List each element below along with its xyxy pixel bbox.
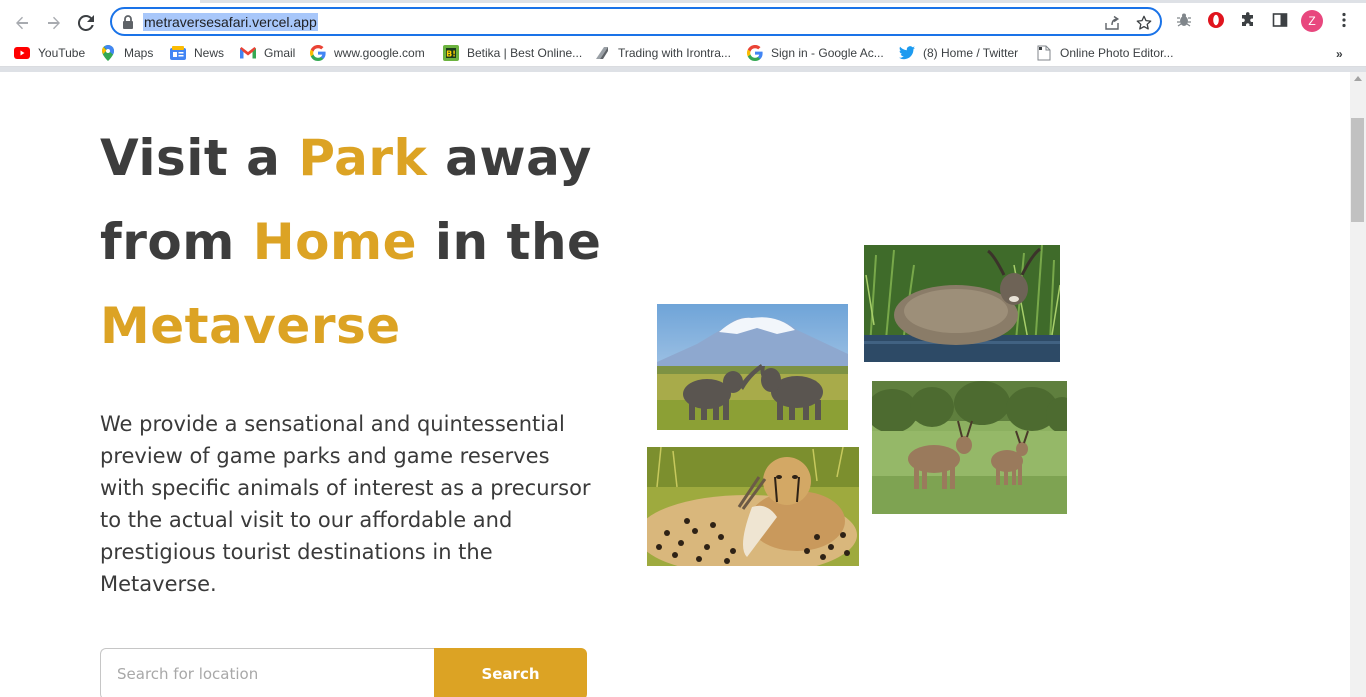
betika-icon: B! bbox=[443, 45, 459, 61]
bookmark-label: Betika | Best Online... bbox=[467, 46, 583, 60]
kebab-menu-icon bbox=[1342, 12, 1346, 28]
forward-button[interactable] bbox=[42, 11, 66, 35]
hero-title-highlight-metaverse: Metaverse bbox=[100, 297, 401, 355]
more-bookmarks-button[interactable]: » bbox=[1336, 47, 1343, 61]
share-icon bbox=[1105, 15, 1120, 30]
bookmark-google[interactable]: www.google.com bbox=[310, 44, 425, 62]
browser-toolbar: metraversesafari.vercel.app Z bbox=[0, 3, 1366, 39]
puzzle-icon bbox=[1242, 12, 1253, 26]
share-button[interactable] bbox=[1102, 13, 1122, 33]
bookmark-label: News bbox=[194, 46, 225, 60]
gmail-icon bbox=[240, 45, 256, 61]
bookmark-label: (8) Home / Twitter bbox=[923, 46, 1019, 60]
bookmark-star-button[interactable] bbox=[1134, 13, 1154, 33]
bookmark-label: www.google.com bbox=[334, 46, 425, 60]
profile-avatar[interactable]: Z bbox=[1301, 10, 1323, 32]
bookmark-betika[interactable]: B! Betika | Best Online... bbox=[443, 44, 582, 62]
bookmark-label: Sign in - Google Ac... bbox=[771, 46, 884, 60]
bookmark-label: Gmail bbox=[264, 46, 296, 60]
twitter-icon bbox=[899, 45, 915, 61]
extensions-button[interactable] bbox=[1237, 9, 1259, 31]
bookmark-label: Trading with Irontra... bbox=[618, 46, 731, 60]
maps-icon bbox=[100, 45, 116, 61]
scrollbar-thumb[interactable] bbox=[1351, 118, 1364, 222]
location-search-input[interactable] bbox=[100, 648, 434, 697]
hero-title-text: Visit a bbox=[100, 129, 299, 187]
hero-title-highlight-park: Park bbox=[298, 129, 428, 187]
antelope-in-water-photo bbox=[864, 245, 1060, 362]
bookmark-label: YouTube bbox=[38, 46, 86, 60]
elephants-photo bbox=[657, 304, 848, 430]
youtube-icon bbox=[14, 45, 30, 61]
hero-title-highlight-home: Home bbox=[252, 213, 417, 271]
back-button[interactable] bbox=[10, 11, 34, 35]
news-icon bbox=[170, 45, 186, 61]
arrow-left-icon bbox=[16, 16, 28, 30]
lock-icon[interactable] bbox=[122, 15, 134, 29]
star-icon bbox=[1136, 15, 1152, 30]
bookmark-twitter[interactable]: (8) Home / Twitter bbox=[899, 44, 1018, 62]
location-search-form: Search bbox=[100, 648, 587, 697]
bookmark-label: Online Photo Editor... bbox=[1060, 46, 1174, 60]
extension-bug-button[interactable] bbox=[1173, 9, 1195, 31]
browser-chrome: metraversesafari.vercel.app Z YouTube Ma… bbox=[0, 0, 1366, 72]
url-text[interactable]: metraversesafari.vercel.app bbox=[143, 13, 318, 31]
page-icon bbox=[1036, 45, 1052, 61]
google-icon bbox=[747, 45, 763, 61]
bookmark-label: Maps bbox=[124, 46, 154, 60]
bookmark-maps[interactable]: Maps bbox=[100, 44, 153, 62]
opera-icon bbox=[1208, 12, 1224, 28]
scroll-up-arrow[interactable] bbox=[1354, 76, 1362, 81]
hero-description: We provide a sensational and quintessent… bbox=[100, 412, 591, 596]
bookmark-irontrade[interactable]: Trading with Irontra... bbox=[594, 44, 731, 62]
bookmark-photo-editor[interactable]: Online Photo Editor... bbox=[1036, 44, 1173, 62]
cheetah-photo bbox=[647, 447, 859, 566]
google-icon bbox=[310, 45, 326, 61]
address-bar[interactable]: metraversesafari.vercel.app bbox=[110, 7, 1162, 36]
bug-icon bbox=[1177, 13, 1191, 27]
page-viewport: Visit a Park away from Home in the Metav… bbox=[0, 72, 1350, 697]
hero-title: Visit a Park away from Home in the Metav… bbox=[100, 116, 620, 368]
hero-title-text: in the bbox=[417, 213, 602, 271]
svg-text:B!: B! bbox=[446, 50, 456, 59]
browser-menu-button[interactable] bbox=[1333, 9, 1355, 31]
side-panel-icon bbox=[1272, 13, 1288, 27]
bookmark-google-signin[interactable]: Sign in - Google Ac... bbox=[747, 44, 884, 62]
extension-opera-button[interactable] bbox=[1205, 9, 1227, 31]
bookmark-news[interactable]: News bbox=[170, 44, 224, 62]
eland-photo bbox=[872, 381, 1067, 514]
bookmarks-bar: YouTube Maps News Gmail www.google.com B… bbox=[0, 39, 1366, 67]
search-button[interactable]: Search bbox=[434, 648, 587, 697]
bookmark-youtube[interactable]: YouTube bbox=[14, 44, 85, 62]
side-panel-button[interactable] bbox=[1269, 9, 1291, 31]
irontrade-icon bbox=[594, 45, 610, 61]
bookmark-gmail[interactable]: Gmail bbox=[240, 44, 295, 62]
reload-button[interactable] bbox=[74, 11, 98, 35]
reload-icon bbox=[78, 15, 94, 31]
arrow-right-icon bbox=[48, 16, 60, 30]
